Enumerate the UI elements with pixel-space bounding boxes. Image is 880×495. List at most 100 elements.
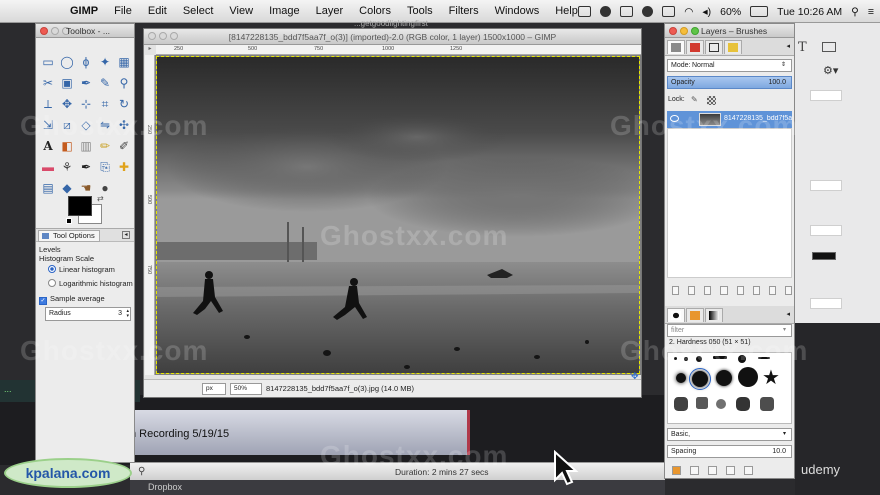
- brush-item[interactable]: [736, 397, 750, 411]
- minimize-button[interactable]: [51, 27, 59, 35]
- measure-icon[interactable]: ⟂: [40, 96, 56, 112]
- brush-filter-input[interactable]: filter ▾: [667, 324, 792, 337]
- brush-item[interactable]: [696, 356, 702, 362]
- scale-icon[interactable]: ⇲: [40, 117, 56, 133]
- tab-tool-options[interactable]: Tool Options: [38, 230, 100, 242]
- menu-select[interactable]: Select: [175, 5, 222, 17]
- battery-percent[interactable]: 60%: [720, 6, 741, 18]
- foreground-select-icon[interactable]: ▣: [59, 75, 75, 91]
- select-by-color-icon[interactable]: ▦: [116, 54, 132, 70]
- menu-edit[interactable]: Edit: [140, 5, 175, 17]
- unit-select[interactable]: px: [202, 383, 226, 395]
- mode-select[interactable]: Mode: Normal ⇕: [667, 59, 792, 72]
- menu-tools[interactable]: Tools: [399, 5, 441, 17]
- tab-config-icon[interactable]: ◂: [122, 231, 130, 239]
- notification-icon[interactable]: ≡: [868, 6, 874, 18]
- search-icon[interactable]: ⚲: [138, 466, 145, 477]
- dock-menu-icon[interactable]: ◂: [786, 42, 790, 50]
- tab-undo[interactable]: [724, 40, 742, 54]
- image-menu-icon[interactable]: ▸: [145, 45, 155, 55]
- ink-icon[interactable]: ✒: [78, 159, 94, 175]
- new-group-icon[interactable]: [688, 285, 696, 295]
- cage-icon[interactable]: ✣: [116, 117, 132, 133]
- bluetooth-icon[interactable]: [662, 6, 676, 17]
- wifi-icon[interactable]: ◠: [684, 6, 693, 18]
- screen-record-icon[interactable]: [578, 6, 592, 17]
- brush-item[interactable]: [716, 370, 732, 386]
- toolbox-titlebar[interactable]: Toolbox - ...: [36, 24, 134, 38]
- new-layer-icon[interactable]: [672, 285, 680, 295]
- dock-titlebar[interactable]: Layers – Brushes: [665, 24, 794, 38]
- new-brush-icon[interactable]: [690, 465, 699, 475]
- brush-item[interactable]: [713, 356, 727, 359]
- rotate-icon[interactable]: ↻: [116, 96, 132, 112]
- preset-dropdown-icon[interactable]: ▾: [783, 429, 786, 440]
- zoom-button[interactable]: [691, 27, 699, 35]
- layer-name[interactable]: 8147228135_bdd7f5a: [724, 115, 792, 122]
- brush-item[interactable]: [684, 357, 688, 361]
- blend-icon[interactable]: ▥: [78, 138, 94, 154]
- lock-pixels-icon[interactable]: ✎: [691, 95, 698, 104]
- move-icon[interactable]: ✥: [59, 96, 75, 112]
- shear-icon[interactable]: ⧄: [59, 117, 75, 133]
- default-colors-icon[interactable]: [66, 218, 72, 224]
- free-select-icon[interactable]: ϕ: [78, 54, 94, 70]
- tab-paths[interactable]: [705, 40, 723, 54]
- delete-layer-icon[interactable]: [784, 285, 792, 295]
- zoom-select[interactable]: 50%: [230, 383, 262, 395]
- menu-layer[interactable]: Layer: [308, 5, 352, 17]
- vertical-ruler[interactable]: 250 500 750: [145, 55, 155, 375]
- dropbox-label[interactable]: Dropbox: [148, 482, 182, 492]
- rect-select-icon[interactable]: ▭: [40, 54, 56, 70]
- swap-colors-icon[interactable]: ⇄: [97, 194, 104, 203]
- visibility-eye-icon[interactable]: [670, 115, 679, 122]
- spinner-arrows-icon[interactable]: ▴ ▾: [126, 309, 129, 319]
- battery-icon[interactable]: [750, 6, 769, 17]
- eraser-icon[interactable]: ▬: [40, 159, 56, 175]
- brush-item[interactable]: [738, 355, 746, 363]
- scissors-icon[interactable]: ✂: [40, 75, 56, 91]
- color-picker-icon[interactable]: ✎: [97, 75, 113, 91]
- anchor-layer-icon[interactable]: [752, 285, 760, 295]
- clock[interactable]: Tue 10:26 AM: [777, 6, 842, 18]
- time-machine-icon[interactable]: [642, 6, 654, 17]
- fuzzy-select-icon[interactable]: ✦: [97, 54, 113, 70]
- brush-item[interactable]: [696, 397, 708, 409]
- filter-dropdown-icon[interactable]: ▾: [783, 325, 786, 336]
- pencil-icon[interactable]: ✏: [97, 138, 113, 154]
- flip-icon[interactable]: ⇋: [97, 117, 113, 133]
- menu-gimp[interactable]: GIMP: [62, 5, 106, 17]
- brush-preset-select[interactable]: Basic, ▾: [667, 428, 792, 441]
- linear-histogram-radio[interactable]: Linear histogram: [48, 265, 115, 274]
- ellipse-select-icon[interactable]: ◯: [59, 54, 75, 70]
- horizontal-ruler[interactable]: 250 500 750 1000 1250: [156, 45, 641, 55]
- tab-brushes[interactable]: [667, 308, 685, 322]
- menu-file[interactable]: File: [106, 5, 140, 17]
- refresh-brushes-icon[interactable]: [744, 465, 753, 475]
- duplicate-brush-icon[interactable]: [708, 465, 717, 475]
- clone-icon[interactable]: ⎘: [97, 159, 113, 175]
- perspective-icon[interactable]: ◇: [78, 117, 94, 133]
- layer-list[interactable]: [667, 128, 792, 278]
- tab-layers[interactable]: [667, 40, 685, 54]
- foreground-color-swatch[interactable]: [68, 196, 92, 216]
- fg-bg-colors[interactable]: ⇄: [66, 194, 106, 226]
- brush-grid[interactable]: ★: [667, 352, 792, 424]
- menu-windows[interactable]: Windows: [487, 5, 548, 17]
- close-button[interactable]: [669, 27, 677, 35]
- image-titlebar[interactable]: [8147228135_bdd7f5aa7f_o(3)] (imported)-…: [144, 29, 641, 45]
- raise-layer-icon[interactable]: [704, 285, 712, 295]
- text-icon[interactable]: A: [40, 138, 56, 154]
- spacing-slider[interactable]: Spacing 10.0: [667, 445, 792, 458]
- image-canvas[interactable]: [155, 55, 641, 375]
- airbrush-icon[interactable]: ⚘: [59, 159, 75, 175]
- star-brush[interactable]: ★: [762, 365, 780, 390]
- recording-item[interactable]: n Recording 5/19/15: [100, 410, 470, 455]
- lock-alpha-icon[interactable]: [707, 96, 716, 105]
- tab-gradients[interactable]: [705, 308, 723, 322]
- brush-item[interactable]: [674, 397, 688, 411]
- sample-average-checkbox[interactable]: ✓ Sample average: [39, 294, 105, 305]
- align-icon[interactable]: ⊹: [78, 96, 94, 112]
- creative-cloud-icon[interactable]: [600, 6, 612, 17]
- spotlight-icon[interactable]: ⚲: [851, 6, 859, 18]
